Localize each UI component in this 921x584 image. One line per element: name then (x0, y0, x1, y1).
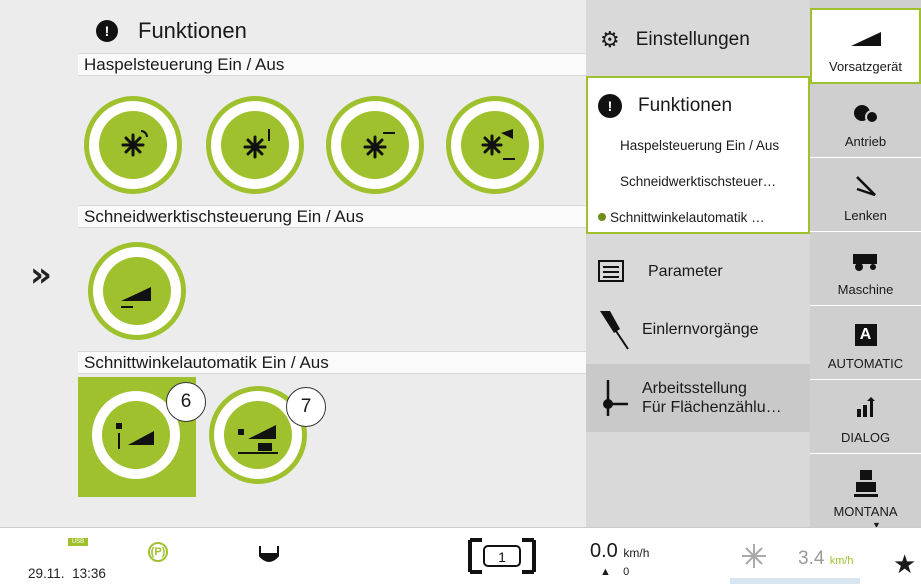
automatic-icon: A (854, 322, 877, 348)
gear-marker: 1 (498, 549, 506, 565)
submenu-item-haspel[interactable]: Haspelsteuerung Ein / Aus (598, 138, 798, 153)
reel-height-button[interactable] (206, 96, 304, 194)
tab-vorsatzgeraet[interactable]: Vorsatzgerät (810, 8, 921, 84)
reel-horizontal-button[interactable] (326, 96, 424, 194)
cemos-icon (853, 396, 879, 422)
info-icon: ! (598, 94, 622, 118)
usb-icon: USB (68, 538, 88, 546)
section-cutterbar-control: Schneidwerktischsteuerung Ein / Aus (78, 205, 586, 228)
date-time: 29.11. 13:36 (28, 566, 106, 581)
tab-antrieb[interactable]: Antrieb (810, 84, 921, 158)
combine-icon (849, 248, 883, 274)
tab-label: Vorsatzgerät (829, 59, 902, 74)
expand-strip[interactable]: » (0, 0, 78, 527)
menu-label: Arbeitsstellung Für Flächenzählu… (642, 380, 782, 416)
cutterbar-table-icon (103, 257, 171, 325)
section-cut-angle-auto: Schnittwinkelautomatik Ein / Aus (78, 351, 586, 374)
tab-label: DIALOG (840, 430, 891, 445)
menu-item-einstellungen[interactable]: ⚙ Einstellungen (586, 14, 810, 66)
callout-badge-7: 7 (286, 387, 326, 427)
drive-icon (853, 100, 879, 126)
tab-dialog[interactable]: DIALOG (810, 380, 921, 454)
menu-item-funktionen[interactable]: ! Funktionen Haspelsteuerung Ein / Aus S… (586, 76, 810, 234)
section-reel-control: Haspelsteuerung Ein / Aus (78, 53, 586, 76)
tab-lenken[interactable]: Lenken (810, 158, 921, 232)
grain-tank-icon (259, 546, 279, 562)
steering-icon (853, 174, 879, 200)
reel-speed-readout: 3.4 km/h (798, 548, 854, 569)
favorites-star-icon[interactable]: ★ (893, 550, 916, 580)
gear-icon: ⚙ (600, 27, 620, 53)
callout-badge-6: 6 (166, 382, 206, 422)
parking-brake-icon: (P) (148, 542, 168, 562)
settings-menu: ⚙ Einstellungen ! Funktionen Haspelsteue… (586, 0, 810, 527)
panel-header: ! Funktionen (78, 14, 247, 48)
reel-speed-bar (730, 578, 860, 584)
status-bar: USB 29.11. 13:36 (P) 1 0.0 km/h ▲ 0 3.4 … (0, 527, 921, 584)
cut-angle-ground-icon (224, 401, 292, 469)
montana-icon (852, 470, 880, 497)
tab-label: MONTANA (833, 504, 898, 519)
tab-maschine[interactable]: Maschine (810, 232, 921, 306)
tab-label: Antrieb (844, 134, 887, 149)
tab-label: Maschine (837, 282, 894, 297)
menu-label: Einlernvorgänge (642, 320, 759, 338)
gear-readout: ▲ 0 (600, 566, 630, 578)
reel-auto-button[interactable] (446, 96, 544, 194)
reel-rotation-icon (99, 111, 167, 179)
page-title: Funktionen (138, 18, 247, 43)
reel-speed-icon (742, 544, 766, 568)
active-dot-icon (598, 213, 606, 221)
submenu-item-schnittwinkel[interactable]: Schnittwinkelautomatik … (598, 210, 798, 225)
menu-item-einlernvorgaenge[interactable]: Einlernvorgänge (586, 302, 810, 356)
cut-angle-icon (102, 401, 170, 469)
reel-height-icon (221, 111, 289, 179)
tab-automatic[interactable]: A AUTOMATIC (810, 306, 921, 380)
category-tabs: Vorsatzgerät Antrieb Lenken Maschine A A… (810, 0, 921, 530)
expand-chevron-icon[interactable]: » (30, 255, 52, 295)
work-position-icon (603, 380, 628, 416)
reel-horizontal-icon (341, 111, 409, 179)
reel-auto-icon (461, 111, 529, 179)
speed-readout: 0.0 km/h (590, 540, 650, 562)
screwdriver-icon (600, 311, 629, 350)
menu-label: Einstellungen (635, 29, 750, 50)
transmission-icon: 1 (468, 538, 536, 574)
submenu-item-schneidwerk[interactable]: Schneidwerktischsteuer… (598, 174, 798, 189)
menu-label: Funktionen (638, 95, 733, 116)
header-icon (849, 25, 883, 51)
tab-montana[interactable]: MONTANA (810, 454, 921, 528)
reel-rotation-button[interactable] (84, 96, 182, 194)
tab-label: AUTOMATIC (827, 356, 904, 371)
cutterbar-table-button[interactable] (88, 242, 186, 340)
menu-item-parameter[interactable]: Parameter (586, 244, 810, 298)
menu-item-arbeitsstellung[interactable]: Arbeitsstellung Für Flächenzählu… (586, 364, 810, 432)
tab-label: Lenken (844, 208, 887, 223)
info-icon: ! (96, 20, 118, 42)
sliders-icon (598, 260, 624, 282)
menu-label: Parameter (648, 262, 723, 280)
submenu-label: Schnittwinkelautomatik … (610, 210, 765, 225)
